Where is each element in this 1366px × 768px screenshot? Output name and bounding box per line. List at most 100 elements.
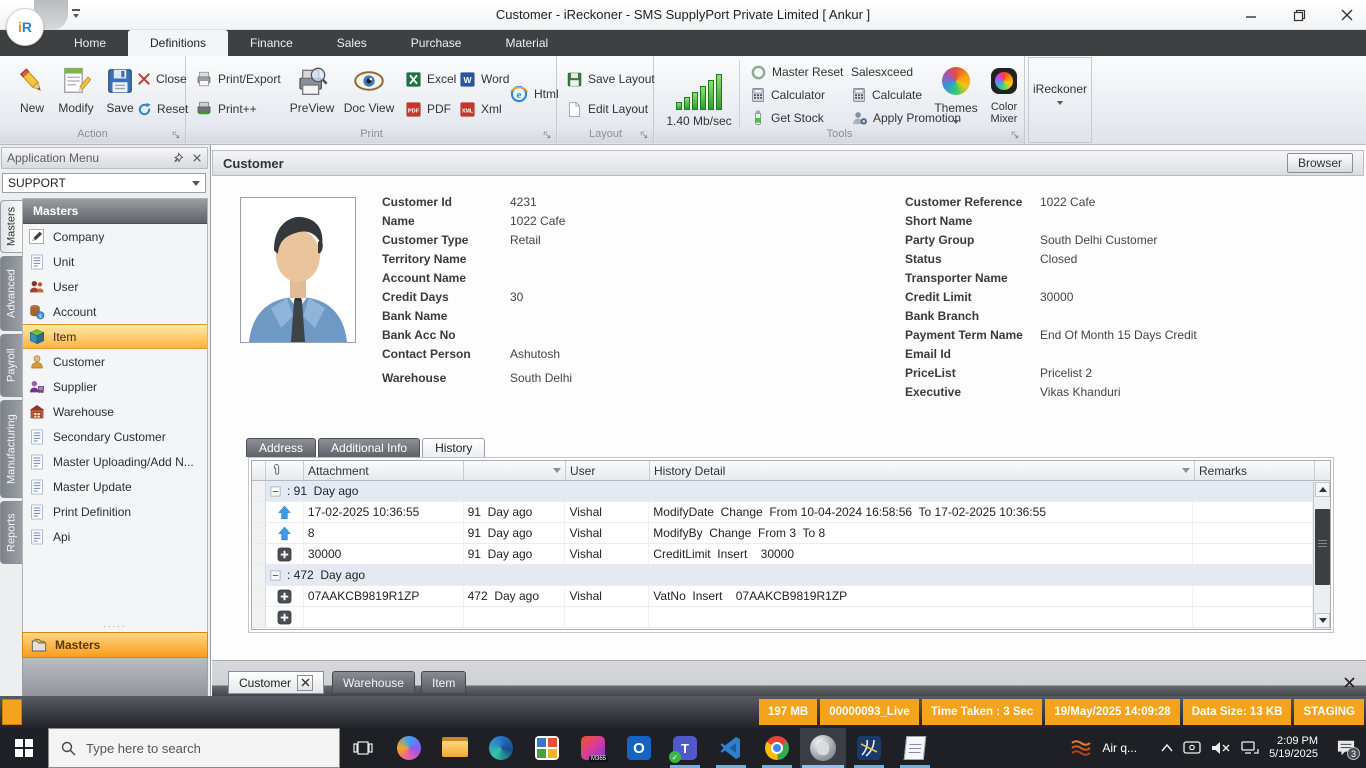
close-window-button[interactable]	[1336, 4, 1358, 26]
ribbon-tab-definitions[interactable]: Definitions	[128, 30, 228, 56]
taskbar-clock[interactable]: 2:09 PM 5/19/2025	[1269, 735, 1318, 761]
taskbar-app-store[interactable]	[524, 728, 570, 768]
restore-button[interactable]	[1288, 4, 1310, 26]
taskbar-app-explorer[interactable]	[432, 728, 478, 768]
weather-label[interactable]: Air q...	[1102, 741, 1137, 755]
tools-dialog-launcher[interactable]	[1011, 131, 1021, 141]
action-dialog-launcher[interactable]	[172, 131, 182, 141]
attachment-clip-icon[interactable]	[266, 461, 304, 480]
doc-tab-close-icon[interactable]	[297, 675, 313, 691]
sidebar-tab-masters[interactable]: Masters	[0, 200, 22, 253]
scroll-up-arrow[interactable]	[1315, 482, 1330, 497]
calculator-button[interactable]: Calculator	[750, 84, 825, 106]
sidebar-item-company[interactable]: Company	[23, 224, 207, 249]
col-attachment[interactable]: Attachment	[304, 461, 464, 480]
word-button[interactable]: W Word	[459, 68, 509, 90]
support-dropdown[interactable]: SUPPORT	[2, 173, 206, 193]
sidebar-tab-advanced[interactable]: Advanced	[0, 256, 22, 331]
preview-button[interactable]: PreView	[283, 62, 341, 128]
sidebar-item-supplier[interactable]: Supplier	[23, 374, 207, 399]
sidebar-item-account[interactable]: $Account	[23, 299, 207, 324]
network-icon[interactable]	[1241, 740, 1259, 756]
grid-data-row[interactable]	[252, 607, 1313, 628]
print-export-button[interactable]: Print/Export	[195, 68, 281, 90]
tray-expand-caret-icon[interactable]	[1161, 744, 1173, 752]
sidebar-item-master-uploading-add-n-[interactable]: Master Uploading/Add N...	[23, 449, 207, 474]
sidebar-item-api[interactable]: Api	[23, 524, 207, 549]
taskbar-app-outlook[interactable]: O	[616, 728, 662, 768]
app-logo[interactable]: iR	[6, 8, 44, 46]
close-button[interactable]: Close	[137, 68, 187, 90]
col-user[interactable]: User	[566, 461, 650, 480]
sidebar-item-customer[interactable]: Customer	[23, 349, 207, 374]
masters-bottom-button[interactable]: Masters	[22, 632, 208, 658]
grid-data-row[interactable]: 891 Day agoVishalModifyBy Change From 3 …	[252, 523, 1313, 544]
doc-tab-customer[interactable]: Customer	[228, 671, 324, 694]
grid-data-row[interactable]: 17-02-2025 10:36:5591 Day agoVishalModif…	[252, 502, 1313, 523]
doc-tab-warehouse[interactable]: Warehouse	[332, 671, 415, 694]
ribbon-tab-sales[interactable]: Sales	[315, 30, 389, 56]
print-dialog-launcher[interactable]	[543, 131, 553, 141]
start-button[interactable]	[0, 728, 48, 768]
tab-history[interactable]: History	[422, 438, 485, 457]
grid-data-row[interactable]: 07AAKCB9819R1ZP472 Day agoVishalVatNo In…	[252, 586, 1313, 607]
reset-button[interactable]: Reset	[137, 98, 188, 120]
doc-view-button[interactable]: Doc View	[339, 62, 399, 128]
master-reset-button[interactable]: Master Reset	[750, 61, 843, 83]
tab-additional-info[interactable]: Additional Info	[318, 438, 420, 457]
col-age-filter[interactable]	[464, 461, 566, 480]
minimize-button[interactable]	[1240, 4, 1262, 26]
grid-data-row[interactable]: 3000091 Day agoVishalCreditLimit Insert …	[252, 544, 1313, 565]
screen-cast-icon[interactable]	[1183, 740, 1201, 756]
html-button[interactable]: e Html	[509, 83, 559, 105]
pdf-button[interactable]: PDF PDF	[405, 98, 451, 120]
collapse-icon[interactable]	[270, 570, 281, 581]
taskbar-app-ireckoner-app[interactable]	[800, 728, 846, 768]
grid-vertical-scrollbar[interactable]	[1313, 481, 1330, 629]
calculate-button[interactable]: Calculate	[851, 84, 922, 106]
sidebar-item-secondary-customer[interactable]: Secondary Customer	[23, 424, 207, 449]
sidebar-item-master-update[interactable]: Master Update	[23, 474, 207, 499]
taskbar-app-m365[interactable]: M365	[570, 728, 616, 768]
sidebar-item-warehouse[interactable]: Warehouse	[23, 399, 207, 424]
tab-address[interactable]: Address	[246, 438, 316, 457]
col-history-detail[interactable]: History Detail	[650, 461, 1195, 480]
pin-icon[interactable]	[172, 152, 184, 164]
weather-icon[interactable]	[1070, 738, 1092, 758]
filter-caret-icon[interactable]	[1182, 468, 1190, 473]
taskbar-app-vscode[interactable]	[708, 728, 754, 768]
save-layout-button[interactable]: Save Layout	[566, 68, 655, 90]
salesxceed-button[interactable]: Salesxceed	[851, 61, 913, 83]
ribbon-tab-home[interactable]: Home	[52, 30, 128, 56]
sidebar-item-item[interactable]: Item	[23, 324, 207, 349]
grid-group-row[interactable]: : 91 Day ago	[252, 481, 1313, 502]
col-remarks[interactable]: Remarks	[1195, 461, 1315, 480]
color-mixer-button[interactable]: Color Mixer	[981, 62, 1027, 128]
collapse-icon[interactable]	[270, 486, 281, 497]
sidebar-splitter[interactable]: ·····	[22, 624, 208, 632]
ribbon-tab-purchase[interactable]: Purchase	[389, 30, 484, 56]
sidebar-item-unit[interactable]: Unit	[23, 249, 207, 274]
print-plus-button[interactable]: Print++	[195, 98, 257, 120]
taskbar-app-edge[interactable]	[478, 728, 524, 768]
excel-button[interactable]: Excel	[405, 68, 456, 90]
row-indicator-header[interactable]	[252, 461, 266, 480]
taskbar-search-box[interactable]: Type here to search	[48, 728, 340, 768]
scroll-down-arrow[interactable]	[1315, 613, 1330, 628]
ireckoner-button[interactable]: iReckoner	[1032, 82, 1088, 148]
task-view-button[interactable]	[340, 728, 386, 768]
taskbar-app-teams[interactable]: T✓	[662, 728, 708, 768]
taskbar-app-ssms[interactable]	[846, 728, 892, 768]
layout-dialog-launcher[interactable]	[640, 131, 650, 141]
ribbon-tab-finance[interactable]: Finance	[228, 30, 315, 56]
sidebar-tab-payroll[interactable]: Payroll	[0, 334, 22, 397]
volume-muted-icon[interactable]	[1211, 740, 1231, 756]
close-panel-icon[interactable]	[192, 153, 202, 163]
edit-layout-button[interactable]: Edit Layout	[566, 98, 648, 120]
taskbar-app-chrome[interactable]	[754, 728, 800, 768]
qat-customize-icon[interactable]	[72, 9, 82, 21]
scroll-thumb[interactable]	[1315, 509, 1330, 585]
xml-button[interactable]: XML Xml	[459, 98, 502, 120]
taskbar-app-copilot[interactable]	[386, 728, 432, 768]
notification-center-icon[interactable]: 3	[1336, 739, 1356, 757]
